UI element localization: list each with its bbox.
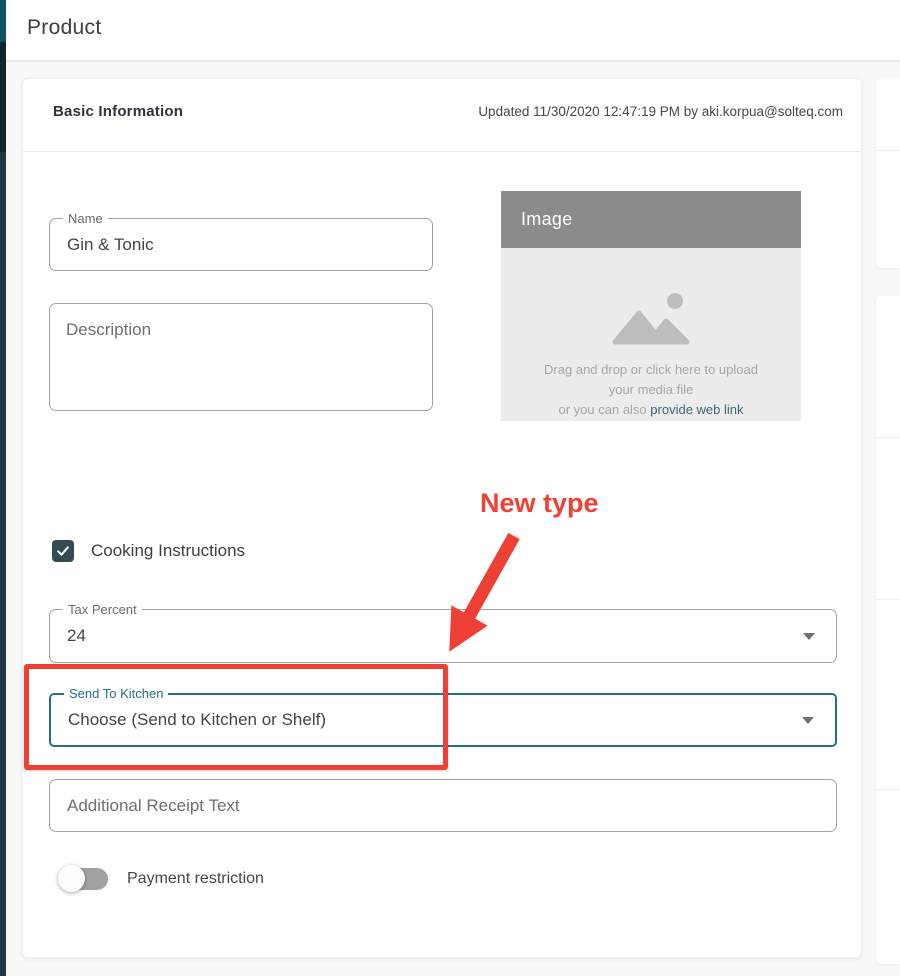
send-to-kitchen-value: Choose (Send to Kitchen or Shelf)	[68, 695, 795, 745]
checkmark-icon	[55, 543, 71, 559]
toggle-thumb[interactable]	[58, 865, 85, 892]
payment-restriction-label: Payment restriction	[127, 870, 264, 888]
image-placeholder-icon	[609, 335, 693, 352]
upload-hint-line3: or you can also provide web link	[501, 400, 801, 420]
basic-information-card: Basic Information Updated 11/30/2020 12:…	[22, 78, 862, 958]
dropdown-arrow-icon[interactable]	[803, 633, 815, 640]
right-panel-sliver-bottom	[876, 296, 900, 964]
page-title: Product	[27, 16, 101, 40]
dropdown-arrow-icon[interactable]	[802, 717, 814, 724]
additional-receipt-field[interactable]	[49, 779, 837, 832]
sidebar-edge-strip	[0, 0, 6, 976]
right-panel-sliver-top	[876, 78, 900, 268]
upload-hint-text: Drag and drop or click here to upload yo…	[501, 360, 801, 420]
upload-hint-line3-prefix: or you can also	[559, 402, 651, 417]
sidebar-edge-scroll-thumb[interactable]	[0, 42, 6, 152]
name-field[interactable]: Name	[49, 218, 433, 271]
image-upload-panel[interactable]: Image Drag and drop or click here to upl…	[501, 191, 801, 421]
payment-restriction-toggle[interactable]	[61, 867, 108, 891]
upload-hint-line1: Drag and drop or click here to upload	[501, 360, 801, 380]
image-panel-header: Image	[501, 191, 801, 248]
right-panel-divider	[876, 150, 900, 151]
upload-hint-line2: your media file	[501, 380, 801, 400]
description-field[interactable]	[49, 303, 433, 411]
updated-timestamp: Updated 11/30/2020 12:47:19 PM by aki.ko…	[478, 104, 843, 119]
section-title: Basic Information	[53, 103, 183, 120]
cooking-instructions-label: Cooking Instructions	[91, 541, 245, 561]
provide-web-link[interactable]: provide web link	[650, 402, 743, 417]
description-textarea[interactable]	[50, 304, 432, 410]
annotation-text: New type	[480, 488, 599, 519]
page-header: Product	[0, 0, 900, 62]
image-dropzone[interactable]: Drag and drop or click here to upload yo…	[501, 248, 801, 421]
right-panel-divider	[876, 599, 900, 600]
card-header: Basic Information Updated 11/30/2020 12:…	[53, 99, 843, 123]
additional-receipt-input[interactable]	[67, 780, 820, 831]
tax-percent-value: 24	[67, 610, 796, 662]
image-panel-title: Image	[521, 209, 573, 230]
sidebar-edge-teal-segment	[0, 0, 6, 42]
name-input[interactable]	[67, 219, 416, 270]
payment-restriction-row: Payment restriction	[61, 867, 264, 891]
cooking-instructions-row: Cooking Instructions	[52, 540, 245, 562]
send-to-kitchen-select[interactable]: Send To Kitchen Choose (Send to Kitchen …	[49, 693, 837, 747]
cooking-instructions-checkbox[interactable]	[52, 540, 74, 562]
section-divider	[23, 151, 861, 152]
tax-percent-select[interactable]: Tax Percent 24	[49, 609, 837, 663]
right-panel-divider	[876, 437, 900, 438]
product-screen: Product Basic Information Updated 11/30/…	[0, 0, 900, 976]
right-panel-divider	[876, 789, 900, 790]
